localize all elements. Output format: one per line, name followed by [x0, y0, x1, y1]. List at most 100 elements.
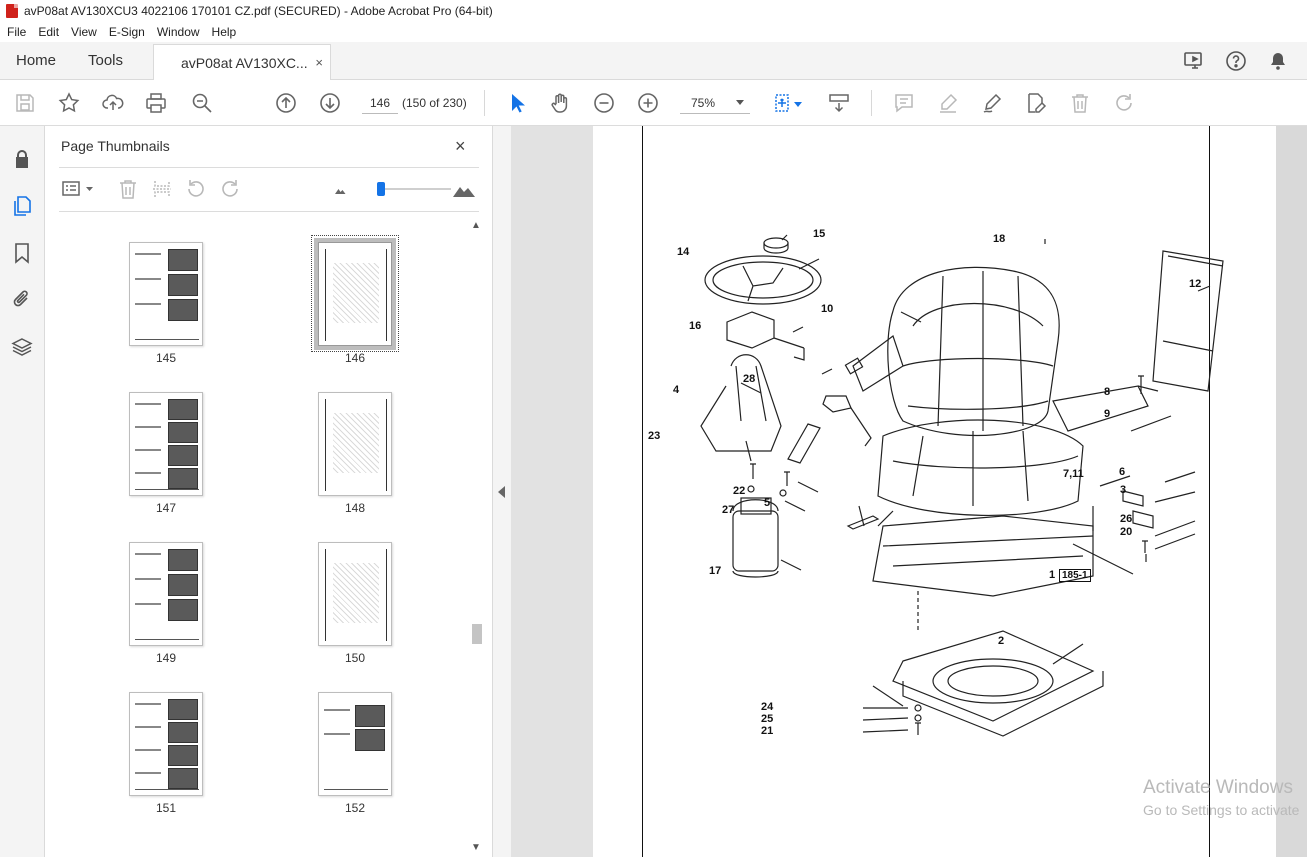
zoom-level-value: 75%	[691, 95, 716, 110]
drawing-callout-label: 17	[709, 565, 722, 577]
menu-window[interactable]: Window	[157, 25, 200, 39]
close-panel-icon[interactable]: ×	[455, 136, 466, 157]
fit-page-icon[interactable]	[771, 91, 795, 115]
thumbnail-options-menu-icon[interactable]	[61, 178, 95, 200]
drawing-callout-label: 6	[1119, 466, 1126, 478]
page-thumbnail[interactable]	[318, 692, 392, 796]
toolbar-divider	[484, 90, 485, 116]
scrollbar-thumb[interactable]	[472, 624, 482, 644]
menu-edit[interactable]: Edit	[38, 25, 59, 39]
window-title: avP08at AV130XCU3 4022106 170101 CZ.pdf …	[24, 4, 493, 18]
page-thumbnail[interactable]	[318, 542, 392, 646]
zoom-level-select[interactable]: 75%	[680, 92, 750, 114]
scroll-up-icon[interactable]: ▲	[471, 220, 481, 231]
draw-pen-icon[interactable]	[980, 91, 1004, 115]
left-rail	[0, 126, 45, 857]
scroll-mode-icon[interactable]	[827, 91, 851, 115]
drawing-callout-label: 8	[1104, 386, 1111, 398]
chevron-down-icon	[736, 100, 744, 105]
thumbnail-grid: 145 146 147 148 149 150 151 152	[59, 218, 469, 857]
menu-esign[interactable]: E-Sign	[109, 25, 145, 39]
bookmarks-icon[interactable]	[11, 242, 33, 264]
highlight-pen-icon[interactable]	[936, 91, 960, 115]
scroll-down-icon[interactable]: ▼	[471, 842, 481, 853]
drawing-callout-label: 20	[1120, 526, 1133, 538]
collapse-arrow-icon	[498, 486, 505, 498]
page-thumbnail[interactable]	[129, 692, 203, 796]
pdf-page: 15 18 14 12 16 10 28 4 8 9 23 7,11 6 22 3 5 27 26 20 17 1 185…	[593, 126, 1276, 857]
delete-trash-icon[interactable]	[1068, 91, 1092, 115]
menu-view[interactable]: View	[71, 25, 97, 39]
redo-icon[interactable]	[1112, 91, 1136, 115]
drawing-callout-label: 26	[1120, 513, 1133, 525]
comment-icon[interactable]	[892, 91, 916, 115]
drawing-callout-label: 27	[722, 504, 735, 516]
help-icon[interactable]	[1225, 50, 1247, 72]
drawing-callout-label: 28	[743, 373, 756, 385]
main-toolbar: 146 (150 of 230) 75%	[0, 80, 1307, 126]
next-page-icon[interactable]	[318, 91, 342, 115]
print-icon[interactable]	[144, 91, 168, 115]
page-thumbnail[interactable]	[129, 242, 203, 346]
upload-icon[interactable]	[101, 91, 125, 115]
thumbnail-size-slider[interactable]	[377, 182, 451, 196]
zoom-in-icon[interactable]	[636, 91, 660, 115]
zoom-out-icon[interactable]	[592, 91, 616, 115]
page-thumbnail[interactable]	[129, 392, 203, 496]
menu-help[interactable]: Help	[212, 25, 237, 39]
panel-collapse-handle[interactable]	[493, 126, 511, 857]
drawing-callout-label: 23	[648, 430, 661, 442]
fit-page-dropdown-icon[interactable]	[793, 91, 803, 115]
page-thumbnails-icon[interactable]	[11, 195, 33, 217]
drawing-callout-label: 2	[998, 635, 1005, 647]
notifications-bell-icon[interactable]	[1267, 50, 1289, 72]
menu-file[interactable]: File	[7, 25, 26, 39]
large-thumbnails-icon[interactable]	[451, 178, 477, 200]
edit-pdf-icon[interactable]	[1024, 91, 1048, 115]
tab-document[interactable]: avP08at AV130XC... ×	[153, 44, 331, 81]
delete-pages-icon[interactable]	[117, 178, 139, 200]
drawing-callout-label: 12	[1189, 278, 1202, 290]
security-lock-icon[interactable]	[11, 148, 33, 170]
document-view[interactable]: 15 18 14 12 16 10 28 4 8 9 23 7,11 6 22 3 5 27 26 20 17 1 185…	[511, 126, 1307, 857]
divider	[59, 211, 479, 212]
seat-exploded-drawing	[700, 234, 1224, 737]
drawing-callout-label: 9	[1104, 408, 1111, 420]
previous-page-icon[interactable]	[274, 91, 298, 115]
panel-title: Page Thumbnails	[61, 138, 170, 154]
slider-handle[interactable]	[377, 182, 385, 196]
page-thumbnail-label: 150	[344, 651, 366, 665]
page-thumbnail-label: 149	[155, 651, 177, 665]
drawing-callout-label: 24	[761, 701, 774, 713]
drawing-callout-label: 10	[821, 303, 834, 315]
thumbnail-scrollbar[interactable]: ▲ ▼	[469, 218, 483, 857]
zoom-search-icon[interactable]	[190, 91, 214, 115]
extract-pages-icon[interactable]	[151, 178, 173, 200]
tab-home[interactable]: Home	[0, 41, 72, 79]
tab-bar: Home Tools avP08at AV130XC... ×	[0, 41, 1307, 81]
select-cursor-icon[interactable]	[505, 91, 529, 115]
share-screen-icon[interactable]	[1183, 50, 1205, 72]
save-icon[interactable]	[13, 91, 37, 115]
activation-watermark-title: Activate Windows	[1143, 777, 1293, 798]
page-number-input[interactable]: 146	[362, 92, 398, 114]
hand-tool-icon[interactable]	[548, 91, 572, 115]
drawing-callout-label: 22	[733, 485, 746, 497]
drawing-callout-label: 185-1	[1059, 569, 1091, 582]
close-tab-icon[interactable]: ×	[315, 55, 323, 70]
rotate-right-icon[interactable]	[219, 178, 241, 200]
layers-icon[interactable]	[11, 336, 33, 358]
attachments-paperclip-icon[interactable]	[11, 288, 33, 310]
divider	[59, 167, 479, 168]
small-thumbnails-icon[interactable]	[329, 178, 351, 200]
drawing-callout-label: 4	[673, 384, 680, 396]
bookmark-star-icon[interactable]	[57, 91, 81, 115]
toolbar-divider	[871, 90, 872, 116]
page-thumbnail[interactable]	[129, 542, 203, 646]
pdf-file-icon	[6, 4, 18, 18]
thumbnail-selection-outline	[311, 235, 399, 352]
rotate-left-icon[interactable]	[185, 178, 207, 200]
page-thumbnail[interactable]	[318, 392, 392, 496]
canvas-gutter	[1276, 126, 1307, 857]
tab-tools[interactable]: Tools	[72, 41, 152, 79]
